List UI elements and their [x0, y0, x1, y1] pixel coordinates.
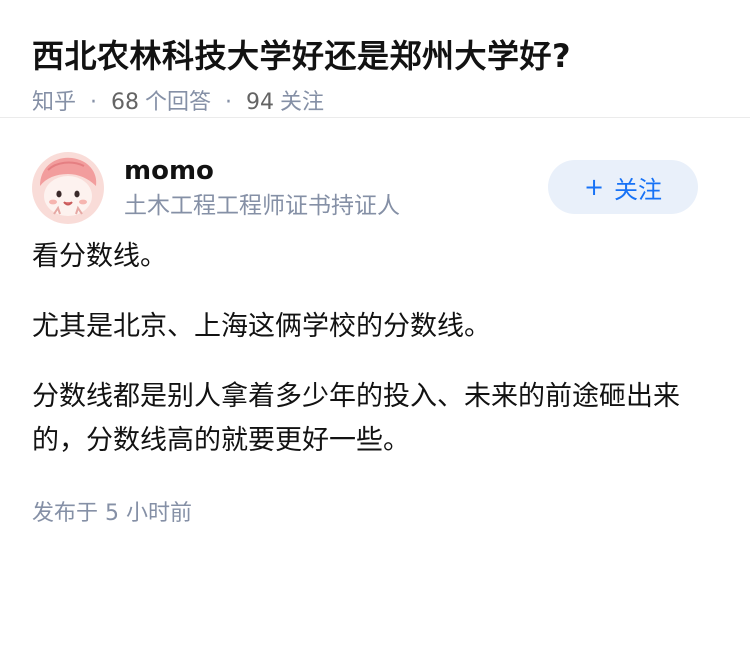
- answer-card: momo 土木工程工程师证书持证人 + 关注 看分数线。 尤其是北京、上海这俩学…: [0, 151, 750, 529]
- follow-count[interactable]: 94 关注: [246, 88, 324, 118]
- answer-count-number: 68: [111, 90, 140, 115]
- question-meta: 知乎 · 68 个回答 · 94 关注: [32, 88, 718, 118]
- author-info: momo 土木工程工程师证书持证人: [124, 154, 400, 222]
- author-bio: 土木工程工程师证书持证人: [124, 193, 400, 219]
- answer-count-label: 个回答: [145, 90, 212, 115]
- follow-button[interactable]: + 关注: [548, 160, 698, 214]
- meta-separator: ·: [90, 90, 98, 115]
- author-row: momo 土木工程工程师证书持证人 + 关注: [32, 151, 718, 225]
- author-name[interactable]: momo: [124, 154, 400, 188]
- cartoon-avatar-icon: [32, 152, 104, 224]
- source-label[interactable]: 知乎: [32, 88, 76, 118]
- question-title[interactable]: 西北农林科技大学好还是郑州大学好?: [32, 34, 718, 78]
- answer-count[interactable]: 68 个回答: [111, 88, 211, 118]
- question-header: 西北农林科技大学好还是郑州大学好? 知乎 · 68 个回答 · 94 关注: [0, 0, 750, 118]
- follow-count-label: 关注: [280, 90, 325, 115]
- avatar[interactable]: [32, 152, 104, 224]
- answer-paragraph: 分数线都是别人拿着多少年的投入、未来的前途砸出来的，分数线高的就要更好一些。: [32, 381, 680, 456]
- answer-paragraph: 尤其是北京、上海这俩学校的分数线。: [32, 311, 491, 342]
- publish-time: 发布于 5 小时前: [32, 501, 192, 526]
- answer-paragraph: 看分数线。: [32, 241, 167, 272]
- plus-icon: +: [583, 173, 605, 201]
- follow-button-label: 关注: [614, 175, 663, 204]
- meta-separator: ·: [225, 90, 233, 115]
- answer-content[interactable]: 看分数线。 尤其是北京、上海这俩学校的分数线。 分数线都是别人拿着多少年的投入、…: [32, 235, 718, 463]
- follow-count-number: 94: [246, 90, 275, 115]
